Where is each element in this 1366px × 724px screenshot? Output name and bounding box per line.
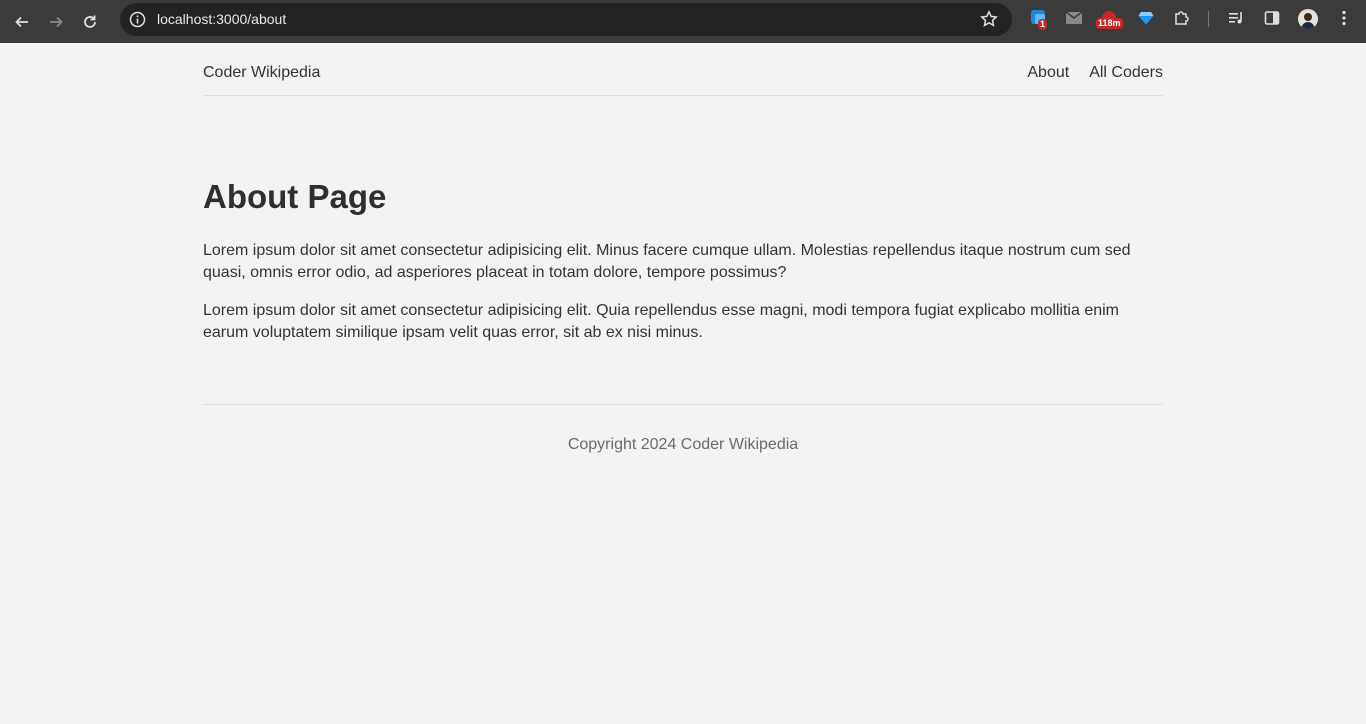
- main-nav: About All Coders: [1027, 64, 1163, 82]
- side-panel-icon[interactable]: [1262, 8, 1282, 28]
- toolbar-separator: [1208, 11, 1209, 27]
- page-title: About Page: [203, 178, 387, 215]
- puzzle-extensions-icon[interactable]: [1172, 8, 1192, 28]
- mail-extension-icon[interactable]: [1064, 8, 1084, 28]
- nav-link-all-coders[interactable]: All Coders: [1089, 64, 1163, 82]
- url-text[interactable]: localhost:3000/about: [157, 3, 286, 36]
- translate-extension-icon[interactable]: 1: [1029, 8, 1049, 30]
- address-bar[interactable]: localhost:3000/about: [120, 3, 1012, 36]
- media-controls-icon[interactable]: [1226, 8, 1246, 28]
- nav-link-about[interactable]: About: [1027, 64, 1069, 82]
- back-icon[interactable]: [10, 10, 34, 34]
- about-paragraph-1: Lorem ipsum dolor sit amet consectetur a…: [203, 242, 1131, 281]
- reload-icon[interactable]: [78, 10, 102, 34]
- page-container: Coder Wikipedia About All Coders About P…: [203, 43, 1163, 453]
- footer-divider: [203, 404, 1163, 405]
- timer-extension-icon[interactable]: 118m: [1096, 8, 1123, 29]
- site-info-icon[interactable]: [129, 11, 146, 28]
- more-menu-icon[interactable]: [1334, 8, 1354, 28]
- about-paragraph-2: Lorem ipsum dolor sit amet consectetur a…: [203, 302, 1119, 341]
- site-header: Coder Wikipedia About All Coders: [203, 43, 1163, 96]
- footer-copyright: Copyright 2024 Coder Wikipedia: [567, 436, 799, 453]
- translate-badge: 1: [1038, 19, 1048, 30]
- timer-badge: 118m: [1096, 18, 1123, 29]
- gem-extension-icon[interactable]: [1136, 8, 1156, 28]
- forward-icon[interactable]: [44, 10, 68, 34]
- bookmark-star-icon[interactable]: [980, 10, 998, 28]
- profile-avatar[interactable]: [1298, 9, 1318, 29]
- brand-link[interactable]: Coder Wikipedia: [203, 64, 320, 82]
- browser-toolbar: localhost:3000/about 1 118m: [0, 0, 1366, 43]
